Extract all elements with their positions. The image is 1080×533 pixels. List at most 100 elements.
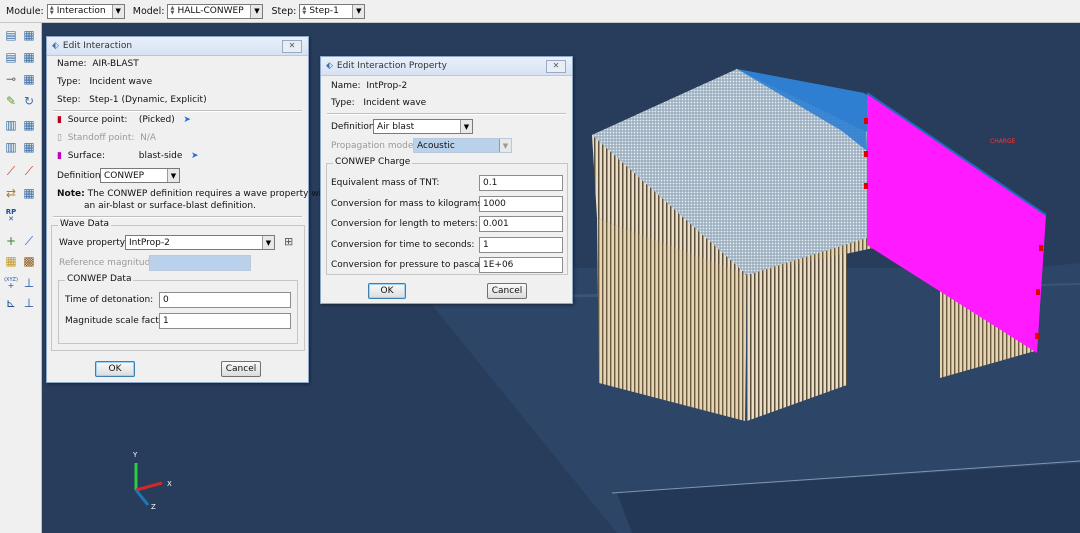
triad-x-axis <box>135 481 163 492</box>
standoff-point-label: Standoff point: <box>67 133 135 143</box>
conwep-data-title: CONWEP Data <box>65 274 134 284</box>
add-icon[interactable]: + <box>3 233 19 249</box>
model-combo[interactable]: ▲ ▼ HALL-CONWEP ▼ <box>167 3 264 19</box>
spin-icon: ▲ ▼ <box>302 5 307 16</box>
divider <box>53 216 302 218</box>
create-property-icon[interactable]: ▤ <box>3 49 19 65</box>
property-manager-icon[interactable]: ⊞ <box>284 235 293 248</box>
cancel-button[interactable]: Cancel <box>487 283 527 299</box>
propagation-select: Acoustic ▼ <box>413 138 512 153</box>
property-manager-icon[interactable]: ▦ <box>21 49 37 65</box>
type-value: Incident wave <box>363 98 427 108</box>
mass-conv-input[interactable]: 1000 <box>479 196 563 212</box>
definition-value: CONWEP <box>104 170 145 181</box>
fastener-icon[interactable]: ▥ <box>3 117 19 133</box>
pressure-conv-input[interactable]: 1E+06 <box>479 257 563 273</box>
module-combo[interactable]: ▲ ▼ Interaction ▼ <box>46 3 125 19</box>
door-opening <box>847 266 940 385</box>
magnitude-scale-label: Magnitude scale factor: <box>65 316 171 326</box>
axis-system-icon[interactable]: ⊥ <box>21 295 37 311</box>
pick-arrow-icon[interactable]: ➤ <box>183 115 191 125</box>
inertia-manager-icon[interactable]: ▦ <box>21 185 37 201</box>
marker <box>1039 245 1043 251</box>
definition-select[interactable]: CONWEP ▼ <box>100 168 180 183</box>
chevron-down-icon[interactable]: ▼ <box>352 4 365 18</box>
pick-arrow-icon[interactable]: ➤ <box>191 151 199 161</box>
definition-select[interactable]: Air blast ▼ <box>373 119 473 134</box>
spring-icon[interactable]: ⟋ <box>21 163 37 179</box>
wire-icon[interactable]: ⟋ <box>3 163 19 179</box>
type-row: Type: Incident wave <box>57 77 152 87</box>
surface-label: Surface: <box>67 151 106 161</box>
close-icon[interactable]: ✕ <box>282 40 302 53</box>
chevron-down-icon[interactable]: ▼ <box>167 169 179 182</box>
ok-button[interactable]: OK <box>368 283 406 299</box>
amplitude-manager-icon[interactable]: ▦ <box>21 139 37 155</box>
toolbox: ▤ ▦ ▤ ▦ ⊸ ▦ ✎ ↻ ▥ ▦ ▥ ▦ ⟋ ⟋ ⇄ ▦ RP ✕ + ⟋ … <box>0 23 42 533</box>
time-detonation-input[interactable]: 0 <box>159 292 291 308</box>
interaction-manager-icon[interactable]: ▦ <box>21 27 37 43</box>
cancel-button[interactable]: Cancel <box>221 361 261 377</box>
step-combo[interactable]: ▲ ▼ Step-1 ▼ <box>299 3 366 19</box>
source-point-row: ▮ Source point: (Picked) ➤ <box>57 115 191 125</box>
dialog-title-bar[interactable]: ⬖ Edit Interaction Property ✕ <box>321 57 572 76</box>
triad-z-axis <box>134 489 150 506</box>
datum-csys-icon[interactable]: (XYZ) + <box>3 275 19 291</box>
definition-label: Definition: <box>331 122 378 132</box>
tnt-input[interactable]: 0.1 <box>479 175 563 191</box>
grid-icon[interactable]: ▦ <box>3 253 19 269</box>
close-icon[interactable]: ✕ <box>546 60 566 73</box>
length-conv-input[interactable]: 0.001 <box>479 216 563 232</box>
tnt-label: Equivalent mass of TNT: <box>331 178 440 188</box>
model-value: HALL-CONWEP <box>177 6 244 16</box>
dialog-title-bar[interactable]: ⬖ Edit Interaction ✕ <box>47 37 308 56</box>
constraint-icon[interactable]: ⊸ <box>3 71 19 87</box>
edit-interaction-property-dialog: ⬖ Edit Interaction Property ✕ Name: IntP… <box>320 56 573 304</box>
definition-label: Definition: <box>57 171 104 181</box>
source-point-value: (Picked) <box>138 115 175 125</box>
name-label: Name: <box>331 81 361 91</box>
reference-point-icon[interactable]: RP ✕ <box>3 208 19 224</box>
datum-line-icon[interactable]: ⟋ <box>21 233 37 249</box>
standoff-point-value: N/A <box>140 133 157 143</box>
step-label: Step: <box>57 95 81 105</box>
marker <box>864 151 868 157</box>
mesh-icon[interactable]: ▩ <box>21 253 37 269</box>
divider <box>53 110 302 112</box>
marker <box>864 118 868 124</box>
reference-magnitude-input <box>149 255 251 271</box>
surface-value: blast-side <box>138 151 183 161</box>
triad-x-label: X <box>167 480 172 488</box>
type-label: Type: <box>57 77 81 87</box>
note-row: Note: The CONWEP definition requires a w… <box>57 189 330 199</box>
step-value: Step-1 <box>309 6 339 16</box>
constraint-manager-icon[interactable]: ▦ <box>21 71 37 87</box>
chevron-down-icon: ▼ <box>499 139 511 152</box>
surface-icon: ▮ <box>57 151 62 161</box>
dialog-title: Edit Interaction Property <box>336 61 447 71</box>
connector-icon[interactable]: ✎ <box>3 93 19 109</box>
amplitude-icon[interactable]: ▥ <box>3 139 19 155</box>
charge-label: CHARGE <box>990 138 1016 145</box>
fastener-manager-icon[interactable]: ▦ <box>21 117 37 133</box>
coordinate-icon[interactable]: ⊾ <box>3 295 19 311</box>
time-conv-input[interactable]: 1 <box>479 237 563 253</box>
chevron-down-icon[interactable]: ▼ <box>460 120 472 133</box>
note-label: Note: <box>57 189 85 199</box>
chevron-down-icon[interactable]: ▼ <box>250 4 263 18</box>
wave-property-label: Wave property: <box>59 238 128 248</box>
chevron-down-icon[interactable]: ▼ <box>111 4 124 18</box>
rotate-icon[interactable]: ↻ <box>21 93 37 109</box>
wave-property-select[interactable]: IntProp-2 ▼ <box>125 235 275 250</box>
magnitude-scale-input[interactable]: 1 <box>159 313 291 329</box>
time-detonation-label: Time of detonation: <box>65 295 154 305</box>
axis-icon[interactable]: ⊥ <box>21 275 37 291</box>
type-label: Type: <box>331 98 355 108</box>
propagation-value: Acoustic <box>417 140 455 151</box>
time-conv-label: Conversion for time to seconds: <box>331 240 475 250</box>
ok-button[interactable]: OK <box>95 361 135 377</box>
inertia-icon[interactable]: ⇄ <box>3 185 19 201</box>
chevron-down-icon[interactable]: ▼ <box>262 236 274 249</box>
create-interaction-icon[interactable]: ▤ <box>3 27 19 43</box>
name-label: Name: <box>57 59 87 69</box>
